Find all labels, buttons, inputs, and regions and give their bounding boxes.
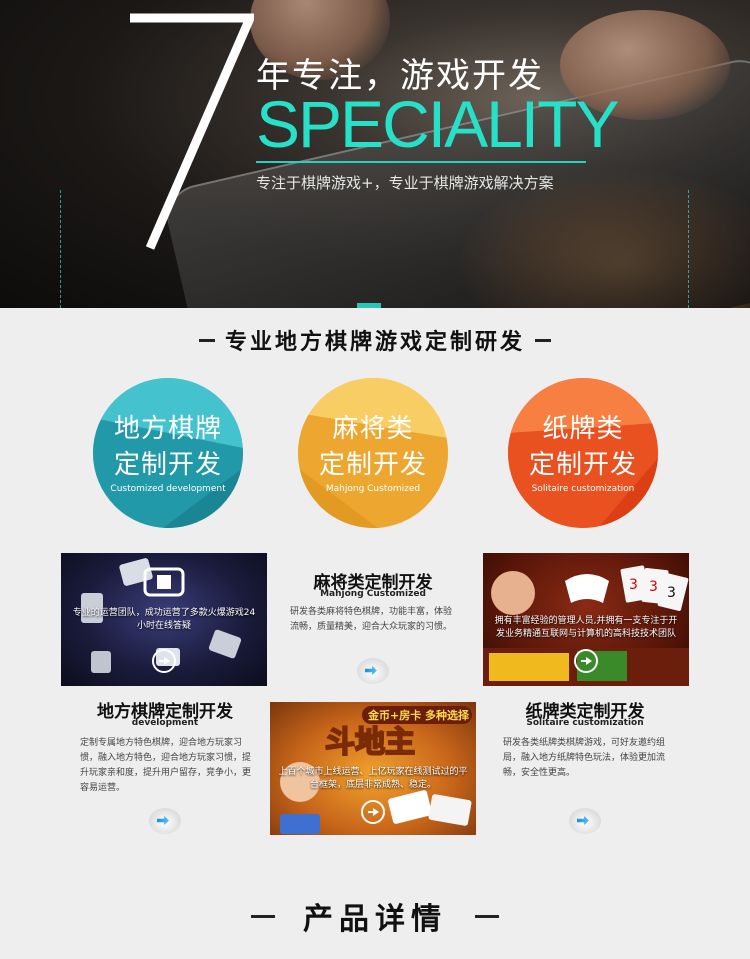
card-caption: 专业的运营团队，成功运营了多款火爆游戏24小时在线答疑 [72,608,256,631]
card-caption: 拥有丰富经验的管理人员,并拥有一支专注于开发业务精通互联网与计算机的高科技技术团… [494,616,678,639]
heading-dash [475,914,499,918]
hero-bottom-marker [357,303,381,308]
play-icon[interactable] [152,649,176,673]
section-heading-products: 产品详情 [0,896,750,937]
block-en-local: development [131,718,199,728]
big-seven-numeral: 7 [130,13,254,250]
block-en-mahjong: Mahjong Customized [320,589,426,599]
circle-line1: 麻将类 [332,414,414,444]
block-en-solitaire: Solitaire customization [526,718,644,728]
circle-mahjong[interactable]: 麻将类 定制开发 Mahjong Customized [298,378,448,528]
hero-subtitle: 专注于棋牌游戏+，专业于棋牌游戏解决方案 [256,174,554,192]
block-body-mahjong: 研发各类麻将特色棋牌，功能丰富，体验流畅，质量精美，迎合大众玩家的习惯。 [290,607,453,632]
arrow-button-solitaire[interactable] [569,808,601,834]
heading-dash [251,914,275,918]
hero-guide-line-left [60,190,61,308]
circle-english: Solitaire customization [531,484,635,494]
svg-text:金币+房卡 多种选择: 金币+房卡 多种选择 [367,708,470,722]
section-heading-text: 产品详情 [303,902,447,937]
circle-english: Mahjong Customized [325,484,421,494]
heading-dash [535,338,551,342]
circle-line1: 地方棋牌 [113,414,222,444]
block-body-solitaire: 研发各类纸牌类棋牌游戏，可好友邀约组局，融入地方纸牌特色玩法，体验更加流畅，安全… [503,738,666,778]
svg-text:3: 3 [649,579,658,595]
circle-line2: 定制开发 [113,450,222,480]
hero-speciality: SPECIALITY [256,87,619,161]
arrow-button-mahjong[interactable] [357,658,389,684]
block-body-local: 定制专属地方特色棋牌，迎合地方玩家习惯，融入地方特色，迎合地方玩家习惯，提升玩家… [80,738,252,793]
svg-text:3: 3 [629,577,638,593]
heading-dash [198,338,215,342]
card-caption: 上百个城市上线运营、上亿玩家在线测试过的平台框架，底层非常成熟、稳定。 [278,767,468,790]
hero-banner: 7 年专注，游戏开发 SPECIALITY 专注于棋牌游戏+，专业于棋牌游戏解决… [0,0,750,308]
play-icon[interactable] [361,800,385,824]
card-mahjong-image[interactable]: 专业的运营团队，成功运营了多款火爆游戏24小时在线答疑 [61,553,267,686]
circle-english: Customized development [110,484,226,494]
svg-text:斗地主: 斗地主 [325,725,415,760]
card-solitaire-image[interactable]: 3 3 3 拥有丰富经验的管理人员,并拥有一支专注于开发业务精通互联网与计算机的… [483,553,689,686]
hero-divider [256,161,586,163]
section-heading-text: 专业地方棋牌游戏定制研发 [224,330,525,355]
circle-line1: 纸牌类 [542,414,624,444]
card-dizhu-image[interactable]: 金币+房卡 多种选择 斗地主 上百个城市上线运营、上亿玩家在线测试过的平台框架，… [270,702,476,835]
arrow-button-local[interactable] [149,808,181,834]
play-icon[interactable] [574,649,598,673]
circle-line2: 定制开发 [528,450,637,480]
svg-text:3: 3 [667,585,676,601]
circle-solitaire[interactable]: 纸牌类 定制开发 Solitaire customization [508,378,658,528]
section-heading-services: 专业地方棋牌游戏定制研发 [0,325,750,355]
circle-line2: 定制开发 [318,450,427,480]
circle-local-chess[interactable]: 地方棋牌 定制开发 Customized development [93,378,243,528]
hero-guide-line-right [688,190,689,308]
